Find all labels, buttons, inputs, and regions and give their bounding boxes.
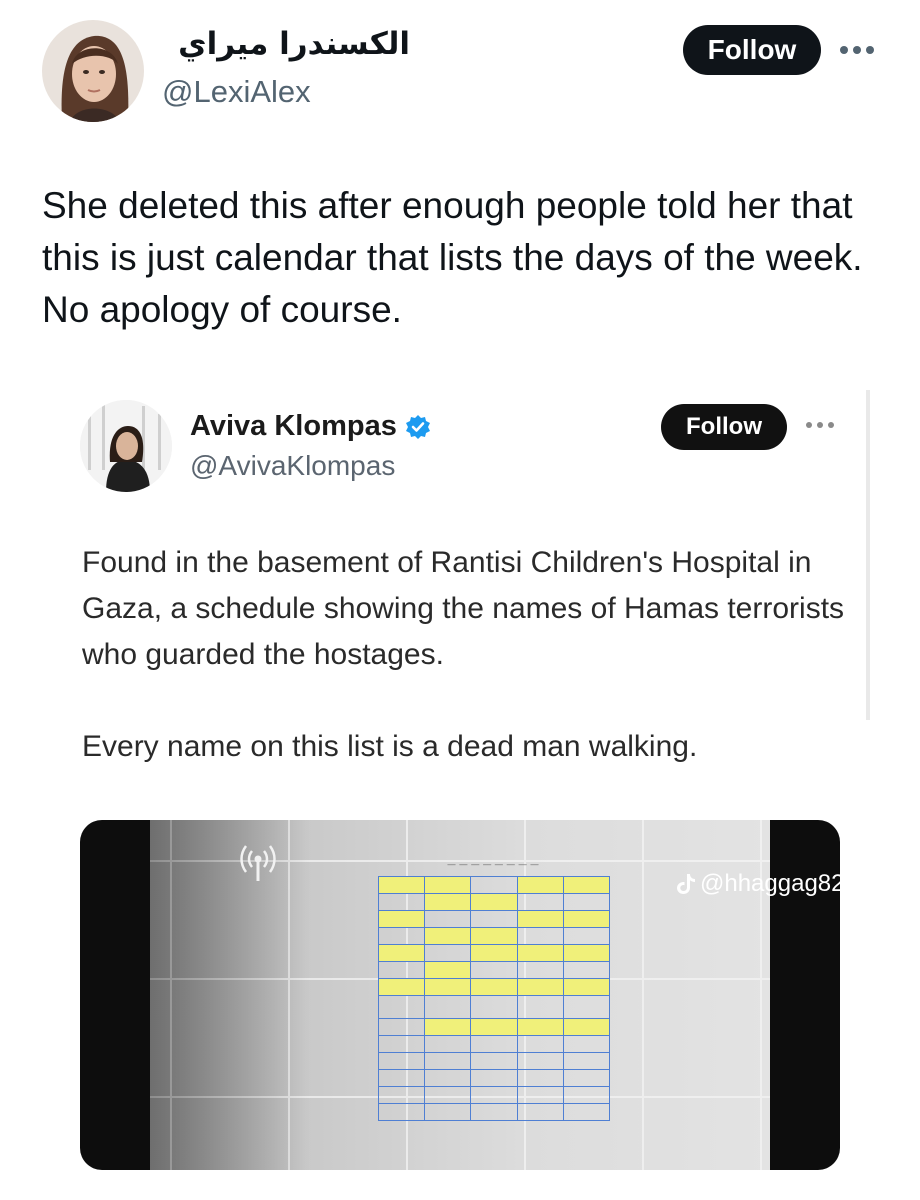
scroll-divider: [866, 390, 870, 720]
schedule-paper: — — — — — — — —: [377, 860, 611, 1170]
schedule-header: — — — — — — — —: [446, 860, 540, 870]
video-media: — — — — — — — — @hhaggag82: [80, 820, 840, 1170]
verified-badge-icon: [405, 414, 431, 440]
broadcast-signal-icon: [238, 840, 278, 884]
schedule-grid: [377, 876, 611, 1121]
tiktok-watermark: @hhaggag82: [676, 870, 840, 898]
watermark-text: @hhaggag82: [700, 870, 840, 897]
tiktok-icon: [676, 873, 696, 895]
follow-button[interactable]: Follow: [683, 25, 821, 75]
quoted-author-handle: @AvivaKlompas: [190, 450, 396, 481]
photo-shadow: [150, 820, 310, 1170]
quoted-post-text: Found in the basement of Rantisi Childre…: [82, 540, 862, 770]
author-avatar[interactable]: [42, 20, 144, 122]
tweet-page: الكسندرا ميراي @LexiAlex Follow She dele…: [0, 0, 920, 1200]
quoted-author-name: Aviva Klompas: [190, 410, 397, 442]
quoted-follow-button: Follow: [661, 404, 787, 450]
author-handle[interactable]: @LexiAlex: [162, 74, 311, 110]
embedded-tweet-screenshot: Aviva Klompas @AvivaKlompas Follow Found…: [42, 380, 872, 1200]
more-options-icon[interactable]: [836, 30, 878, 70]
quoted-paragraph-1: Found in the basement of Rantisi Childre…: [82, 546, 845, 671]
post-text: She deleted this after enough people tol…: [42, 185, 863, 330]
quoted-more-icon: [802, 410, 838, 440]
quoted-paragraph-2: Every name on this list is a dead man wa…: [82, 730, 698, 763]
author-name[interactable]: الكسندرا ميراي: [160, 26, 410, 62]
quoted-author-avatar: [80, 400, 172, 492]
quoted-author-row: Aviva Klompas: [190, 410, 431, 443]
